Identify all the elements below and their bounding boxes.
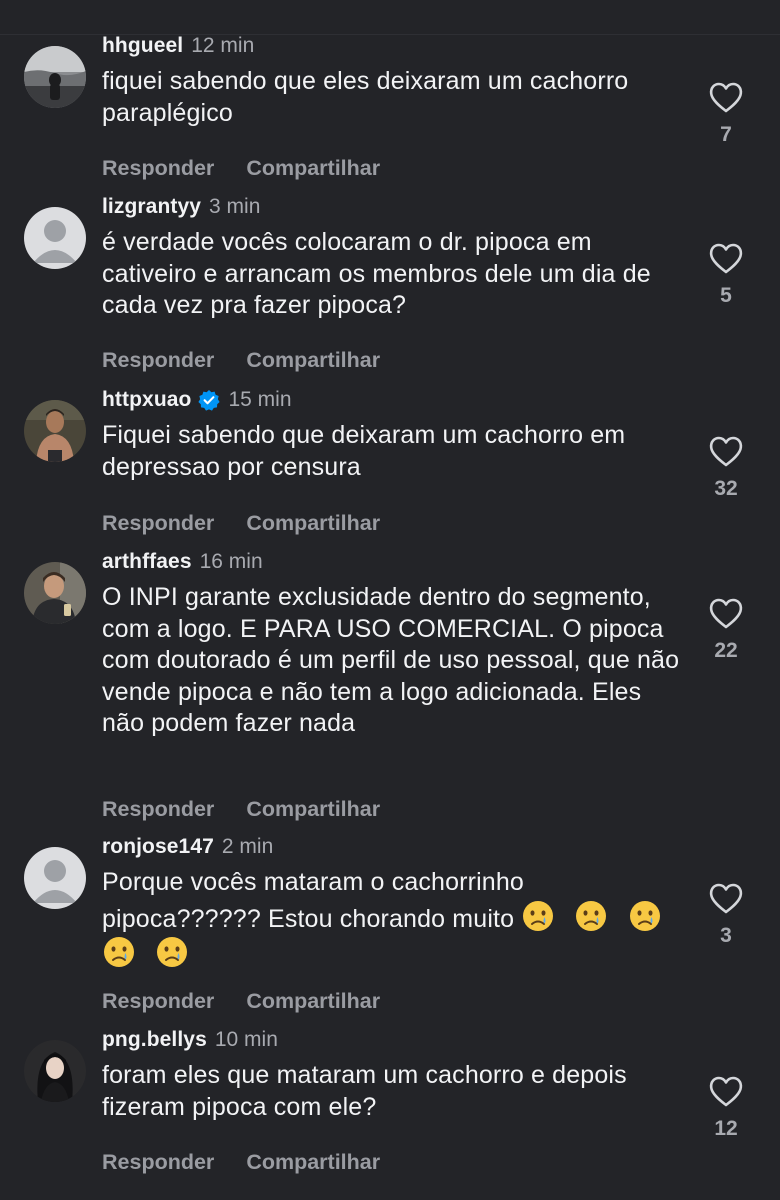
like-control: 32	[708, 436, 744, 501]
avatar[interactable]	[24, 46, 86, 108]
timestamp: 16 min	[199, 550, 263, 573]
timestamp: 12 min	[191, 34, 255, 57]
crying-face-emoji	[104, 937, 134, 967]
crying-face-emoji	[157, 937, 188, 967]
share-button[interactable]: Compartilhar	[246, 348, 380, 373]
verified-badge-icon	[198, 390, 221, 411]
heart-outline-icon[interactable]	[709, 243, 743, 274]
share-button[interactable]: Compartilhar	[246, 511, 380, 536]
reply-button[interactable]: Responder	[102, 348, 214, 373]
like-count: 12	[714, 1117, 738, 1140]
comment-text: O INPI garante exclusidade dentro do seg…	[102, 583, 680, 737]
like-control: 3	[708, 883, 744, 948]
share-button[interactable]: Compartilhar	[246, 156, 380, 181]
heart-outline-icon[interactable]	[709, 598, 743, 629]
crying-face-emoji	[576, 900, 607, 931]
comment-actions: Responder Compartilhar	[102, 987, 380, 1015]
comment-text: Fiquei sabendo que deixaram um cachorro …	[102, 421, 626, 481]
timestamp: 10 min	[214, 1028, 278, 1051]
comment-text: fiquei sabendo que eles deixaram um cach…	[102, 67, 629, 127]
comment-header: ronjose147 2 min	[102, 834, 273, 860]
timestamp: 2 min	[221, 835, 274, 858]
username[interactable]: arthffaes	[102, 550, 192, 574]
crying-face-emoji	[523, 900, 554, 931]
reply-button[interactable]: Responder	[102, 511, 214, 536]
avatar[interactable]	[24, 1040, 86, 1102]
comment-actions: Responder Compartilhar	[102, 509, 380, 537]
comment-actions: Responder Compartilhar	[102, 1148, 380, 1176]
heart-outline-icon[interactable]	[709, 1076, 743, 1107]
comment-header: png.bellys 10 min	[102, 1027, 278, 1053]
username[interactable]: httpxuao	[102, 388, 191, 412]
avatar[interactable]	[24, 562, 86, 624]
comment-text-content: Porque vocês mataram o cachorrinho pipoc…	[102, 868, 524, 933]
comment-header: lizgrantyy 3 min	[102, 194, 260, 220]
username[interactable]: hhgueel	[102, 34, 183, 58]
username[interactable]: lizgrantyy	[102, 195, 201, 219]
like-count: 7	[720, 123, 732, 146]
like-count: 32	[714, 477, 738, 500]
heart-outline-icon[interactable]	[709, 883, 743, 914]
share-button[interactable]: Compartilhar	[246, 1150, 380, 1175]
reply-button[interactable]: Responder	[102, 797, 214, 822]
heart-outline-icon[interactable]	[709, 82, 743, 113]
heart-outline-icon[interactable]	[709, 436, 743, 467]
comment-text: Porque vocês mataram o cachorrinho pipoc…	[102, 867, 682, 972]
share-button[interactable]: Compartilhar	[246, 989, 380, 1014]
like-control: 12	[708, 1076, 744, 1141]
comment-text: foram eles que mataram um cachorro e dep…	[102, 1061, 627, 1121]
crying-face-emoji	[629, 900, 660, 931]
like-control: 5	[708, 243, 744, 308]
comment-header: arthffaes 16 min	[102, 549, 263, 575]
reply-button[interactable]: Responder	[102, 1150, 214, 1175]
avatar[interactable]	[24, 400, 86, 462]
like-control: 22	[708, 598, 744, 663]
username[interactable]: ronjose147	[102, 835, 214, 859]
username[interactable]: png.bellys	[102, 1028, 207, 1052]
comment-header: httpxuao 15 min	[102, 387, 292, 413]
comment-actions: Responder Compartilhar	[102, 795, 380, 823]
like-count: 5	[720, 284, 732, 307]
like-count: 22	[714, 639, 738, 662]
share-button[interactable]: Compartilhar	[246, 797, 380, 822]
timestamp: 3 min	[209, 195, 261, 218]
like-control: 7	[708, 82, 744, 147]
like-count: 3	[720, 924, 732, 947]
comment-header: hhgueel 12 min	[102, 33, 254, 59]
comment-actions: Responder Compartilhar	[102, 346, 380, 374]
comment-text: é verdade vocês colocaram o dr. pipoca e…	[102, 228, 651, 319]
reply-button[interactable]: Responder	[102, 156, 214, 181]
reply-button[interactable]: Responder	[102, 989, 214, 1014]
avatar[interactable]	[24, 207, 86, 269]
timestamp: 15 min	[228, 388, 292, 411]
comment-actions: Responder Compartilhar	[102, 154, 380, 182]
avatar[interactable]	[24, 847, 86, 909]
